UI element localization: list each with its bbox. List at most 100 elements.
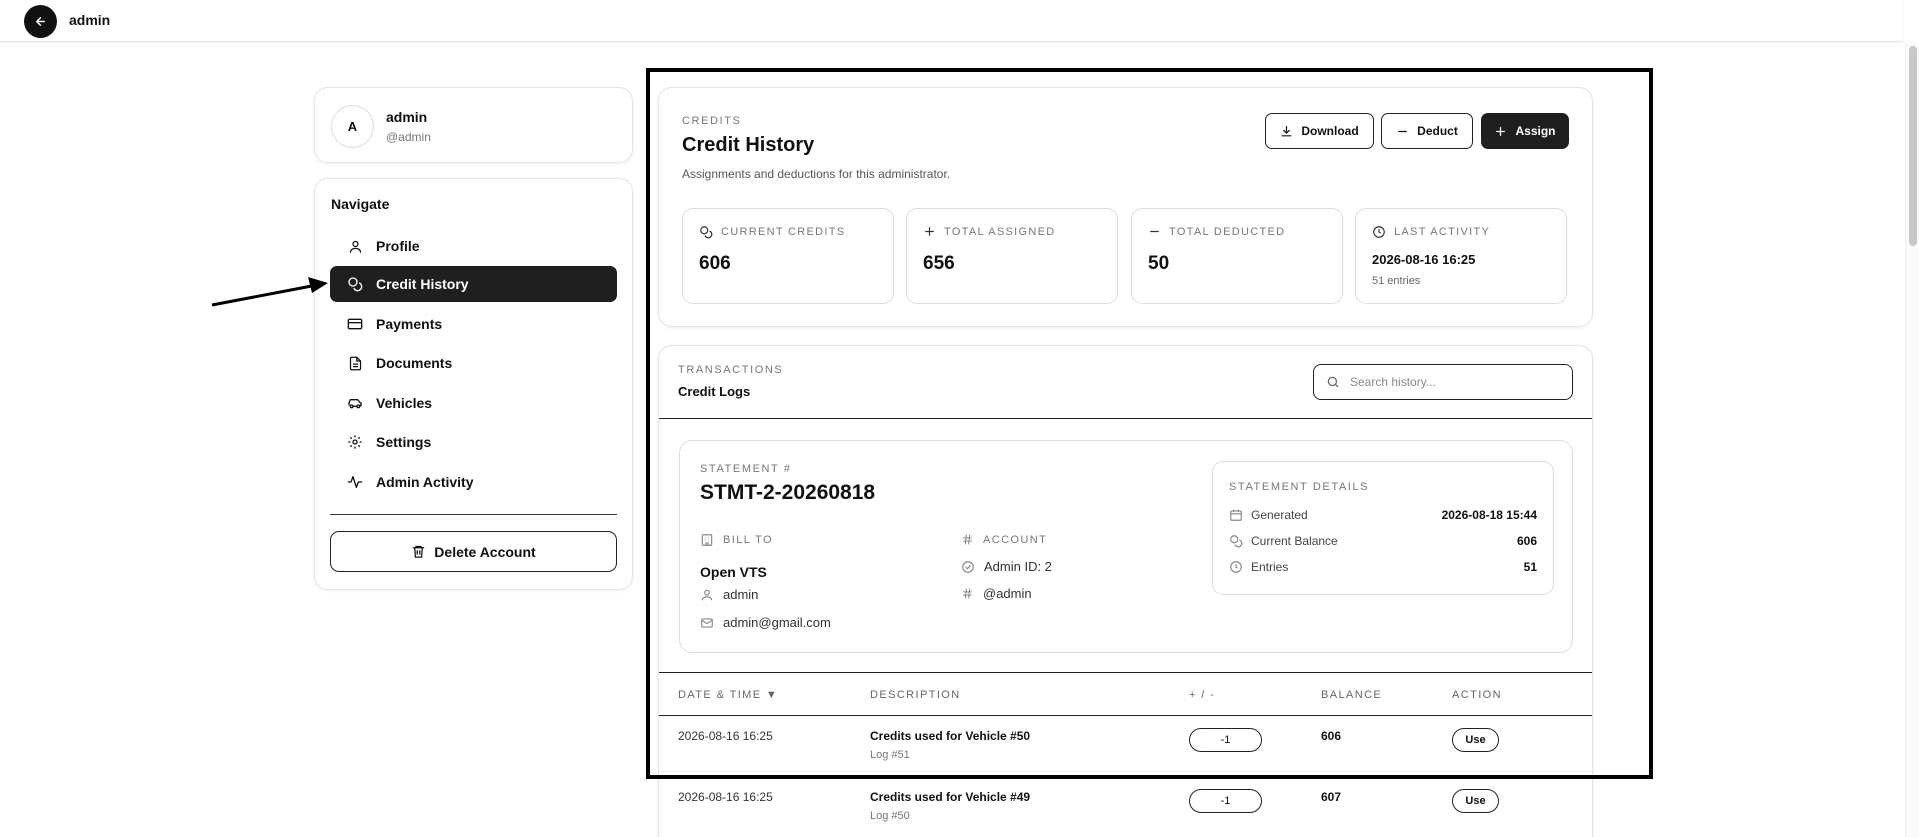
transactions-card: TRANSACTIONS Credit Logs STATEMENT # STM… [658,345,1593,837]
account-handle-row: @admin [961,586,1032,601]
transactions-title: Credit Logs [678,384,751,399]
sidebar-item-admin-activity[interactable]: Admin Activity [330,464,617,500]
detail-row-entries: Entries 51 [1229,560,1537,574]
stat-current-credits: CURRENT CREDITS 606 [682,208,894,304]
sidebar-item-credit-history[interactable]: Credit History [330,266,617,302]
search-input[interactable] [1350,375,1550,389]
navigation-card: Navigate Profile Credit History Payments… [314,178,633,590]
column-header-description: DESCRIPTION [870,689,961,701]
sidebar-item-documents[interactable]: Documents [330,345,617,381]
detail-label: Current Balance [1251,534,1338,548]
row-date: 2026-08-16 16:25 [678,790,773,804]
stat-total-assigned: TOTAL ASSIGNED 656 [906,208,1118,304]
statement-details-box: STATEMENT DETAILS Generated 2026-08-18 1… [1212,461,1554,595]
coins-icon [699,225,713,239]
row-description: Credits used for Vehicle #49 [870,790,1031,804]
detail-label: Generated [1251,508,1308,522]
assign-label: Assign [1515,124,1556,138]
account-label-row: ACCOUNT [961,533,1047,546]
sidebar-item-vehicles[interactable]: Vehicles [330,385,617,421]
nav-divider [330,514,617,515]
statement-eyebrow: STATEMENT # [700,463,792,475]
mail-icon [700,616,714,630]
credit-card-icon [346,315,364,333]
assign-button[interactable]: Assign [1481,113,1569,149]
detail-label: Entries [1251,560,1289,574]
sidebar-item-profile[interactable]: Profile [330,228,617,264]
download-label: Download [1301,124,1359,138]
row-change-badge: -1 [1189,789,1262,813]
calendar-icon [1229,508,1243,522]
page-scrollbar[interactable] [1905,42,1919,837]
sidebar-item-label: Documents [376,355,453,371]
sidebar-item-payments[interactable]: Payments [330,306,617,342]
account-label: ACCOUNT [983,533,1048,546]
sidebar-item-label: Profile [376,238,420,254]
detail-row-current-balance: Current Balance 606 [1229,534,1537,548]
user-icon [346,237,364,255]
delete-account-button[interactable]: Delete Account [330,531,617,572]
detail-row-generated: Generated 2026-08-18 15:44 [1229,508,1537,522]
table-top-border [659,672,1592,673]
user-name: admin [386,109,428,125]
trash-icon [411,544,426,559]
stat-label: TOTAL DEDUCTED [1169,225,1286,238]
hash-icon [961,533,974,546]
sidebar-item-label: Payments [376,316,443,332]
document-icon [346,354,364,372]
stat-value: 606 [699,253,731,274]
detail-value: 2026-08-18 15:44 [1441,508,1537,522]
row-use-button[interactable]: Use [1452,789,1499,813]
building-icon [700,533,714,547]
clock-icon [1229,560,1243,574]
stat-value: 656 [923,253,955,274]
stat-value: 2026-08-16 16:25 [1372,252,1476,267]
coins-icon [1229,534,1243,548]
avatar: A [331,105,374,148]
column-header-date[interactable]: DATE & TIME ▼ [678,689,778,701]
detail-value: 51 [1523,560,1537,574]
column-header-balance: BALANCE [1321,689,1383,701]
bill-to-name: Open VTS [700,564,767,580]
column-header-change: + / - [1189,689,1216,701]
sidebar-item-label: Settings [376,434,432,450]
download-button[interactable]: Download [1265,113,1374,149]
sidebar-item-settings[interactable]: Settings [330,424,617,460]
clock-icon [1372,225,1386,239]
account-id: Admin ID: 2 [984,559,1052,574]
stat-label: TOTAL ASSIGNED [944,225,1056,238]
plus-icon [923,225,936,238]
column-header-action: ACTION [1452,689,1502,701]
bill-to-user: admin [723,587,759,602]
detail-value: 606 [1516,534,1537,548]
statement-number: STMT-2-20260818 [700,481,876,504]
sidebar-item-label: Credit History [376,276,469,292]
nav-heading: Navigate [331,196,390,212]
bill-to-email: admin@gmail.com [723,615,831,630]
row-separator [659,771,1592,772]
activity-icon [346,473,364,491]
row-change-badge: -1 [1189,728,1262,752]
account-handle: @admin [983,586,1032,601]
row-description: Credits used for Vehicle #50 [870,729,1031,743]
statement-details-eyebrow: STATEMENT DETAILS [1229,481,1370,493]
sidebar-item-label: Admin Activity [376,474,474,490]
download-icon [1280,125,1293,138]
row-use-button[interactable]: Use [1452,728,1499,752]
bill-to-user-row: admin [700,587,758,602]
page-subtitle: Assignments and deductions for this admi… [682,167,951,181]
sidebar-item-label: Vehicles [376,395,433,411]
user-handle: @admin [386,130,431,144]
deduct-label: Deduct [1417,124,1458,138]
stat-label: LAST ACTIVITY [1394,226,1491,238]
user-card: A admin @admin [314,87,633,163]
back-button[interactable] [24,5,57,38]
statement-panel: STATEMENT # STMT-2-20260818 BILL TO Open… [679,440,1573,653]
scrollbar-thumb[interactable] [1909,46,1917,246]
user-icon [700,588,714,602]
search-field[interactable] [1313,364,1573,400]
deduct-button[interactable]: Deduct [1381,113,1473,149]
stat-label: CURRENT CREDITS [721,226,846,238]
row-log: Log #51 [870,749,910,761]
search-icon [1326,375,1340,389]
